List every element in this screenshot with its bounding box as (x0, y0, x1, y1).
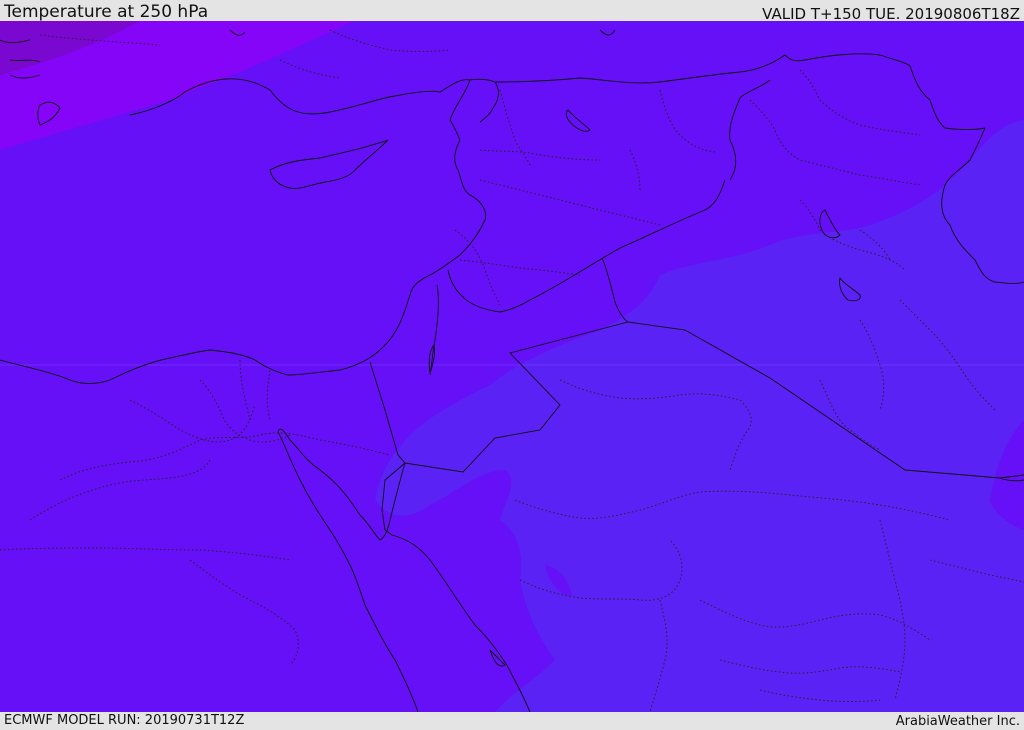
weather-map[interactable] (0, 21, 1024, 712)
temperature-field-map (0, 21, 1024, 712)
model-run-label: ECMWF MODEL RUN: 20190731T12Z (4, 713, 245, 728)
footer-bar: ECMWF MODEL RUN: 20190731T12Z ArabiaWeat… (0, 712, 1024, 729)
header-bar: Temperature at 250 hPa VALID T+150 TUE. … (0, 0, 1024, 23)
credit-label: ArabiaWeather Inc. (895, 714, 1020, 729)
map-title: Temperature at 250 hPa (4, 2, 209, 22)
